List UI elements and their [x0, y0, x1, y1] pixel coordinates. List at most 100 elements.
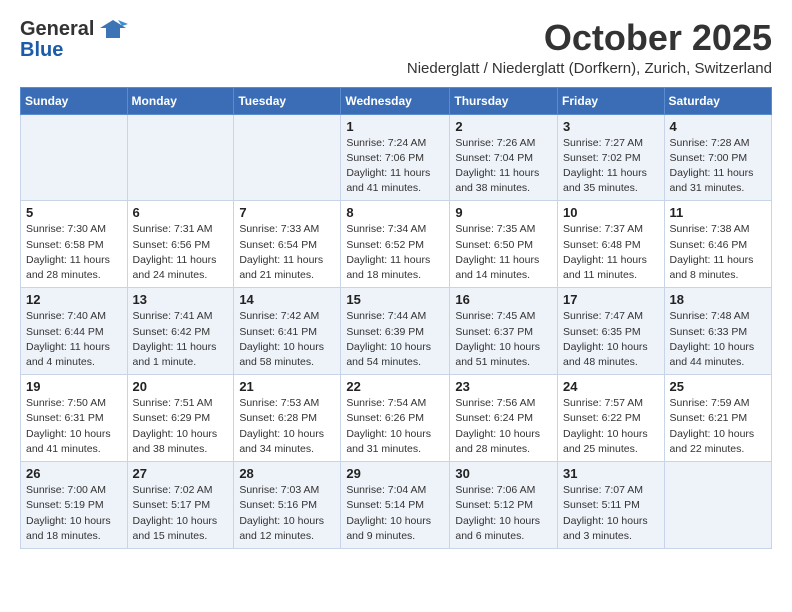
table-row: 12 Sunrise: 7:40 AMSunset: 6:44 PMDayligh… [21, 288, 128, 375]
table-row: 19Sunrise: 7:50 AMSunset: 6:31 PMDayligh… [21, 375, 128, 462]
day-info: Sunrise: 7:28 AMSunset: 7:00 PMDaylight:… [670, 136, 766, 197]
table-row: 21Sunrise: 7:53 AMSunset: 6:28 PMDayligh… [234, 375, 341, 462]
table-row: 26 Sunrise: 7:00 AMSunset: 5:19 PMDayligh… [21, 462, 128, 549]
day-info: Sunrise: 7:31 AMSunset: 6:56 PMDaylight:… [133, 222, 229, 283]
calendar-table: Sunday Monday Tuesday Wednesday Thursday… [20, 87, 772, 549]
day-info: Sunrise: 7:27 AMSunset: 7:02 PMDaylight:… [563, 136, 659, 197]
day-info: Sunrise: 7:38 AMSunset: 6:46 PMDaylight:… [670, 222, 766, 283]
table-row: 18Sunrise: 7:48 AMSunset: 6:33 PMDayligh… [664, 288, 771, 375]
calendar-week-row: 26 Sunrise: 7:00 AMSunset: 5:19 PMDayligh… [21, 462, 772, 549]
col-monday: Monday [127, 87, 234, 114]
table-row [664, 462, 771, 549]
day-number: 10 [563, 205, 659, 220]
calendar-week-row: 1 Sunrise: 7:24 AMSunset: 7:06 PMDaylight… [21, 114, 772, 201]
day-number: 6 [133, 205, 229, 220]
day-number: 17 [563, 292, 659, 307]
table-row: 27 Sunrise: 7:02 AMSunset: 5:17 PMDayligh… [127, 462, 234, 549]
day-info: Sunrise: 7:00 AMSunset: 5:19 PMDaylight:… [26, 483, 122, 544]
col-friday: Friday [558, 87, 665, 114]
col-sunday: Sunday [21, 87, 128, 114]
day-info: Sunrise: 7:30 AMSunset: 6:58 PMDaylight:… [26, 222, 122, 283]
day-info: Sunrise: 7:06 AMSunset: 5:12 PMDaylight:… [455, 483, 552, 544]
table-row: 2 Sunrise: 7:26 AMSunset: 7:04 PMDaylight… [450, 114, 558, 201]
table-row [127, 114, 234, 201]
table-row: 29 Sunrise: 7:04 AMSunset: 5:14 PMDayligh… [341, 462, 450, 549]
day-info: Sunrise: 7:33 AMSunset: 6:54 PMDaylight:… [239, 222, 335, 283]
table-row: 8Sunrise: 7:34 AMSunset: 6:52 PMDaylight… [341, 201, 450, 288]
title-block: October 2025 Niederglatt / Niederglatt (… [128, 18, 772, 77]
table-row [21, 114, 128, 201]
day-info: Sunrise: 7:34 AMSunset: 6:52 PMDaylight:… [346, 222, 444, 283]
day-info: Sunrise: 7:51 AMSunset: 6:29 PMDaylight:… [133, 396, 229, 457]
day-number: 29 [346, 466, 444, 481]
day-info: Sunrise: 7:04 AMSunset: 5:14 PMDaylight:… [346, 483, 444, 544]
table-row: 5 Sunrise: 7:30 AMSunset: 6:58 PMDaylight… [21, 201, 128, 288]
day-number: 23 [455, 379, 552, 394]
day-number: 22 [346, 379, 444, 394]
logo: General Blue [20, 18, 128, 60]
day-info: Sunrise: 7:54 AMSunset: 6:26 PMDaylight:… [346, 396, 444, 457]
day-number: 25 [670, 379, 766, 394]
day-info: Sunrise: 7:45 AMSunset: 6:37 PMDaylight:… [455, 309, 552, 370]
table-row: 24Sunrise: 7:57 AMSunset: 6:22 PMDayligh… [558, 375, 665, 462]
table-row: 4 Sunrise: 7:28 AMSunset: 7:00 PMDaylight… [664, 114, 771, 201]
calendar-header-row: Sunday Monday Tuesday Wednesday Thursday… [21, 87, 772, 114]
table-row: 11 Sunrise: 7:38 AMSunset: 6:46 PMDayligh… [664, 201, 771, 288]
table-row: 6 Sunrise: 7:31 AMSunset: 6:56 PMDaylight… [127, 201, 234, 288]
day-info: Sunrise: 7:40 AMSunset: 6:44 PMDaylight:… [26, 309, 122, 370]
day-info: Sunrise: 7:24 AMSunset: 7:06 PMDaylight:… [346, 136, 444, 197]
day-info: Sunrise: 7:44 AMSunset: 6:39 PMDaylight:… [346, 309, 444, 370]
day-number: 26 [26, 466, 122, 481]
calendar-week-row: 5 Sunrise: 7:30 AMSunset: 6:58 PMDaylight… [21, 201, 772, 288]
table-row: 22 Sunrise: 7:54 AMSunset: 6:26 PMDayligh… [341, 375, 450, 462]
col-saturday: Saturday [664, 87, 771, 114]
day-info: Sunrise: 7:02 AMSunset: 5:17 PMDaylight:… [133, 483, 229, 544]
day-number: 28 [239, 466, 335, 481]
table-row: 25 Sunrise: 7:59 AMSunset: 6:21 PMDayligh… [664, 375, 771, 462]
day-number: 15 [346, 292, 444, 307]
subtitle: Niederglatt / Niederglatt (Dorfkern), Zu… [148, 60, 772, 77]
table-row: 30Sunrise: 7:06 AMSunset: 5:12 PMDayligh… [450, 462, 558, 549]
day-number: 5 [26, 205, 122, 220]
day-info: Sunrise: 7:03 AMSunset: 5:16 PMDaylight:… [239, 483, 335, 544]
day-info: Sunrise: 7:41 AMSunset: 6:42 PMDaylight:… [133, 309, 229, 370]
header: General Blue October 2025 Niederglatt / … [20, 18, 772, 77]
table-row: 9 Sunrise: 7:35 AMSunset: 6:50 PMDaylight… [450, 201, 558, 288]
day-number: 3 [563, 119, 659, 134]
day-number: 1 [346, 119, 444, 134]
day-number: 4 [670, 119, 766, 134]
day-number: 27 [133, 466, 229, 481]
table-row: 17 Sunrise: 7:47 AMSunset: 6:35 PMDayligh… [558, 288, 665, 375]
month-title: October 2025 [148, 18, 772, 58]
day-info: Sunrise: 7:42 AMSunset: 6:41 PMDaylight:… [239, 309, 335, 370]
day-number: 21 [239, 379, 335, 394]
day-number: 9 [455, 205, 552, 220]
col-thursday: Thursday [450, 87, 558, 114]
day-info: Sunrise: 7:59 AMSunset: 6:21 PMDaylight:… [670, 396, 766, 457]
table-row: 13 Sunrise: 7:41 AMSunset: 6:42 PMDayligh… [127, 288, 234, 375]
table-row: 20 Sunrise: 7:51 AMSunset: 6:29 PMDayligh… [127, 375, 234, 462]
logo-general: General [20, 19, 94, 39]
day-info: Sunrise: 7:47 AMSunset: 6:35 PMDaylight:… [563, 309, 659, 370]
calendar-week-row: 12 Sunrise: 7:40 AMSunset: 6:44 PMDayligh… [21, 288, 772, 375]
table-row: 7 Sunrise: 7:33 AMSunset: 6:54 PMDaylight… [234, 201, 341, 288]
day-info: Sunrise: 7:26 AMSunset: 7:04 PMDaylight:… [455, 136, 552, 197]
day-info: Sunrise: 7:35 AMSunset: 6:50 PMDaylight:… [455, 222, 552, 283]
logo-bird-icon [98, 18, 128, 40]
table-row: 3 Sunrise: 7:27 AMSunset: 7:02 PMDaylight… [558, 114, 665, 201]
day-number: 7 [239, 205, 335, 220]
day-number: 31 [563, 466, 659, 481]
day-number: 18 [670, 292, 766, 307]
day-number: 12 [26, 292, 122, 307]
table-row: 23Sunrise: 7:56 AMSunset: 6:24 PMDayligh… [450, 375, 558, 462]
day-info: Sunrise: 7:50 AMSunset: 6:31 PMDaylight:… [26, 396, 122, 457]
table-row: 1 Sunrise: 7:24 AMSunset: 7:06 PMDaylight… [341, 114, 450, 201]
table-row: 16Sunrise: 7:45 AMSunset: 6:37 PMDayligh… [450, 288, 558, 375]
day-number: 11 [670, 205, 766, 220]
day-number: 2 [455, 119, 552, 134]
col-wednesday: Wednesday [341, 87, 450, 114]
table-row: 15 Sunrise: 7:44 AMSunset: 6:39 PMDayligh… [341, 288, 450, 375]
day-number: 20 [133, 379, 229, 394]
day-number: 24 [563, 379, 659, 394]
day-number: 13 [133, 292, 229, 307]
